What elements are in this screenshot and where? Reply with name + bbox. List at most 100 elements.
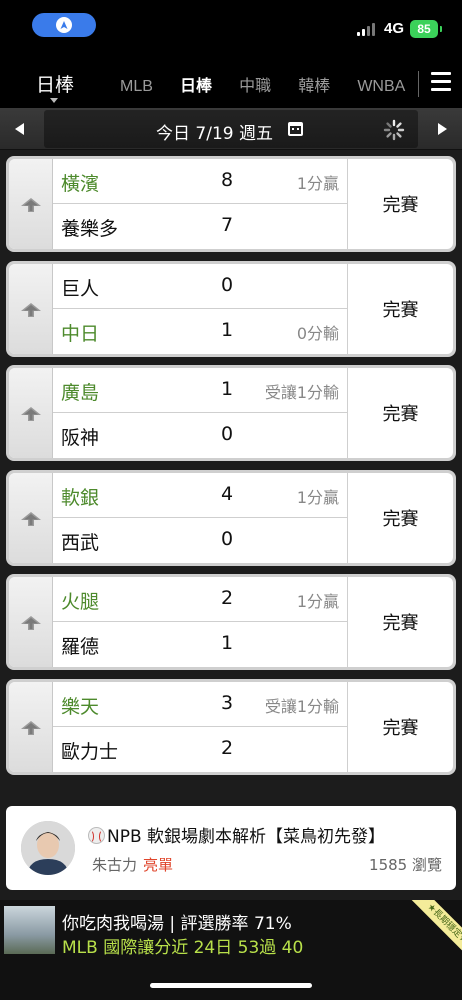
team-score: 1 [220,632,234,654]
team-score: 0 [220,527,234,550]
previous-day-button[interactable] [0,108,40,150]
expand-arrow-icon [21,616,41,630]
team-row: 中日 1 0分輸 [53,309,347,354]
team-row: 歐力士 2 [53,727,347,772]
game-card[interactable]: 軟銀 4 1分贏西武 0 完賽 [6,469,456,566]
battery-icon: 85 [410,20,442,38]
baseball-icon [88,827,105,844]
expand-arrow-icon [21,720,41,735]
ribbon-label: ★長期穩定★ [409,900,462,962]
author-avatar [21,821,75,875]
game-card-inner: 廣島 1 受讓1分輸阪神 0 完賽 [9,368,453,458]
calendar-icon[interactable] [288,122,303,136]
next-day-button[interactable] [422,108,462,150]
team-score: 7 [220,214,234,236]
status-bar: 4G 85 [0,0,462,58]
team-odds-result: 0分輸 [296,323,339,343]
team-score: 8 [220,169,234,191]
game-card-inner: 巨人 0 中日 1 0分輸 完賽 [9,263,453,354]
ribbon-badge: ★長期穩定★ [400,900,462,962]
game-status: 完賽 [347,472,453,563]
team-score: 1 [220,378,234,400]
location-indicator[interactable] [32,13,96,37]
team-row: 羅德 1 [53,622,347,667]
game-expand-button[interactable] [9,263,53,354]
expand-arrow-icon [21,407,41,421]
game-card[interactable]: 巨人 0 中日 1 0分輸 完賽 [6,260,456,357]
team-odds-result: 1分贏 [296,487,339,507]
loading-spinner-icon [383,119,405,141]
hamburger-menu-icon[interactable] [431,72,451,92]
game-card-inner: 軟銀 4 1分贏西武 0 完賽 [9,472,453,563]
arrow-right-icon [438,123,447,135]
team-name: 巨人 [61,277,100,300]
team-name: 阪神 [61,427,100,449]
game-card[interactable]: 火腿 2 1分贏 羅德 1 完賽 [6,574,456,670]
team-name: 軟銀 [61,486,100,509]
team-name: 樂天 [61,695,100,718]
tab-npb[interactable]: 日棒 [180,72,212,96]
game-expand-button[interactable] [9,159,53,249]
team-name: 火腿 [61,591,100,613]
game-expand-button[interactable] [9,472,53,563]
team-score: 1 [220,318,234,341]
game-card[interactable]: 廣島 1 受讓1分輸阪神 0 完賽 [6,365,456,461]
expand-arrow-icon [21,302,41,317]
game-status: 完賽 [347,368,453,458]
team-odds-result: 受讓1分輸 [264,383,339,402]
tab-kbo[interactable]: 韓棒 [298,72,330,96]
team-row: 軟銀 4 1分贏 [53,473,347,518]
tab-mlb[interactable]: MLB [120,78,153,96]
tab-wnba[interactable]: WNBA [357,78,405,96]
game-expand-button[interactable] [9,577,53,667]
team-row: 養樂多 7 [53,204,347,249]
article-views: 1585 瀏覽 [369,856,442,874]
current-league-label: 日棒 [36,74,75,96]
arrow-left-icon [15,123,24,135]
game-card-inner: 橫濱 8 1分贏 養樂多 7 完賽 [9,159,453,249]
article-tag: 亮單 [143,856,174,874]
game-status: 完賽 [347,159,453,249]
team-row: 火腿 2 1分贏 [53,577,347,622]
date-bar: 今日 7/19 週五 [0,108,462,150]
league-tabs: MLB 日棒 中職 韓棒 WNBA [120,72,416,96]
team-name: 歐力士 [61,740,119,763]
team-odds-result: 1分贏 [296,592,339,611]
banner-thumbnail [4,906,55,954]
team-score: 0 [220,273,234,296]
team-row: 樂天 3 受讓1分輸 [53,682,347,727]
game-expand-button[interactable] [9,368,53,458]
current-league-selector[interactable]: 日棒 [36,70,75,103]
team-score: 4 [220,482,234,505]
game-card[interactable]: 橫濱 8 1分贏 養樂多 7 完賽 [6,156,456,252]
team-odds-result: 1分贏 [296,174,339,193]
article-title[interactable]: NPB 軟銀場劇本解析【菜鳥初先發】 [88,822,385,847]
caret-down-icon [50,98,58,103]
game-expand-button[interactable] [9,681,53,772]
team-name: 羅德 [61,636,100,658]
author-name: 朱古力 [92,856,138,874]
nav-divider [418,71,419,97]
tab-cpbl[interactable]: 中職 [239,72,271,96]
team-row: 橫濱 8 1分贏 [53,159,347,204]
team-score: 0 [220,423,234,445]
network-type: 4G [384,20,405,37]
navigation-arrow-icon [56,17,72,33]
team-name: 養樂多 [61,218,119,240]
team-name: 西武 [61,531,100,554]
home-indicator[interactable] [150,983,312,988]
banner-line1: 你吃肉我喝湯 | 評選勝率 71% [62,914,292,934]
date-selector[interactable]: 今日 7/19 週五 [44,110,418,148]
cellular-signal-icon [357,22,375,36]
team-row: 西武 0 [53,518,347,563]
team-score: 2 [220,587,234,609]
banner-line2: MLB 國際讓分近 24日 53過 40 [62,938,304,958]
team-name: 廣島 [61,382,100,404]
game-card-inner: 火腿 2 1分贏 羅德 1 完賽 [9,577,453,667]
article-card[interactable]: NPB 軟銀場劇本解析【菜鳥初先發】 朱古力 亮單 1585 瀏覽 [6,806,456,890]
game-status: 完賽 [347,263,453,354]
team-row: 廣島 1 受讓1分輸 [53,368,347,413]
game-card-inner: 樂天 3 受讓1分輸 歐力士 2 完賽 [9,681,453,772]
game-card[interactable]: 樂天 3 受讓1分輸 歐力士 2 完賽 [6,678,456,775]
team-name: 中日 [61,322,100,345]
